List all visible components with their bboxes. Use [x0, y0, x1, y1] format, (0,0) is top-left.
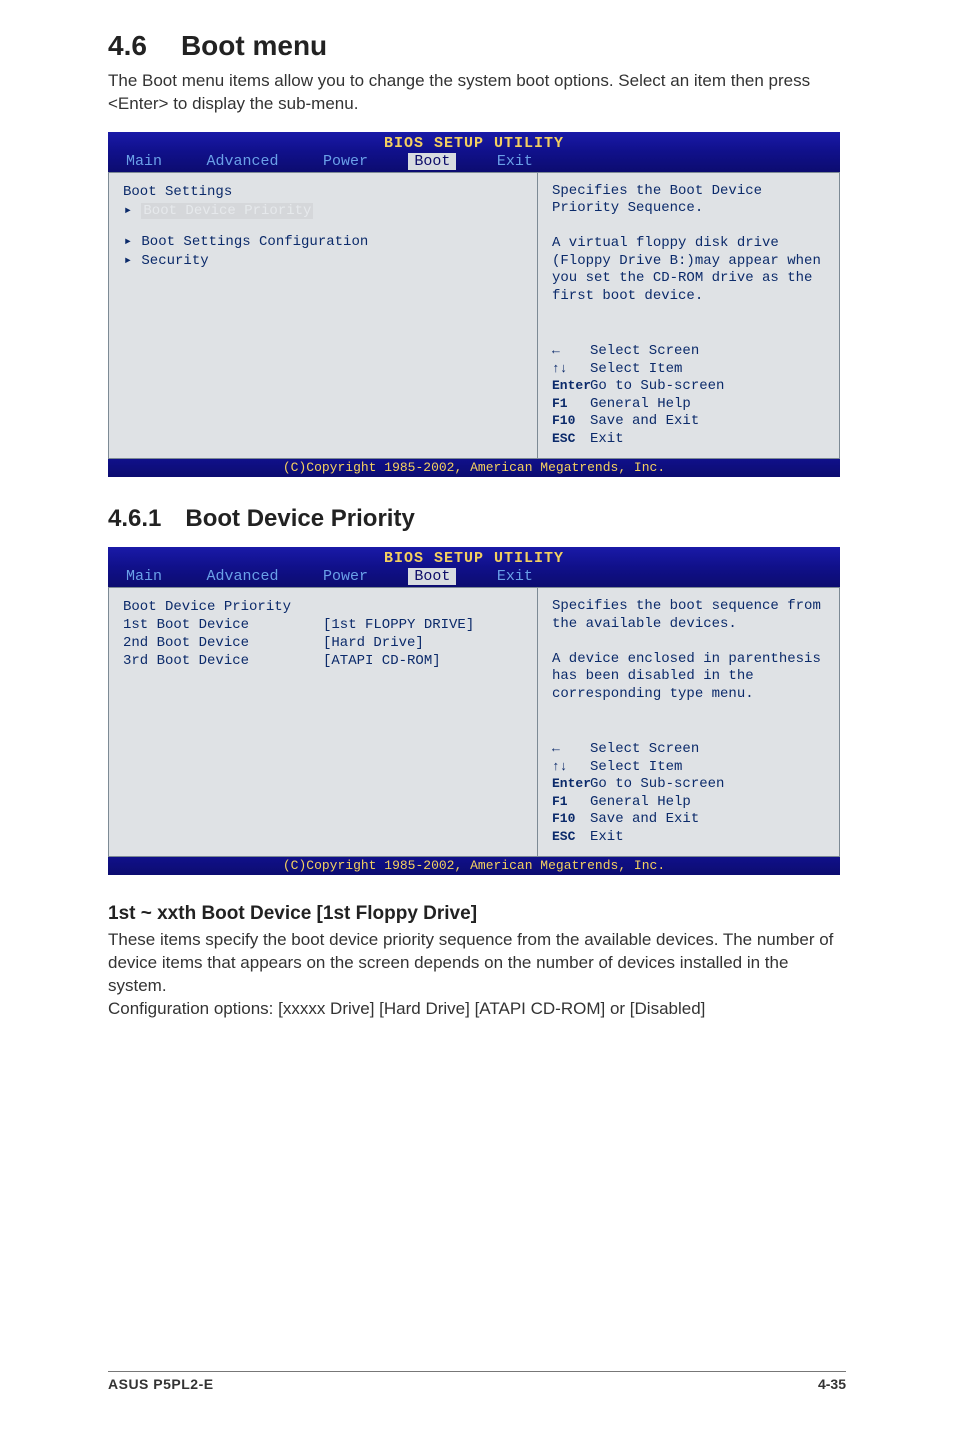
bios-key-legend: ←Select Screen ↑↓Select Item EnterGo to …: [552, 343, 825, 448]
key-label: Go to Sub-screen: [590, 378, 724, 394]
bios-help-panel: Specifies the boot sequence from the ava…: [538, 587, 840, 857]
bios-footer: (C)Copyright 1985-2002, American Megatre…: [108, 857, 840, 875]
bios-item-value: [ATAPI CD-ROM]: [323, 653, 441, 669]
bios-header-title: BIOS SETUP UTILITY: [384, 550, 564, 567]
arrow-updown-icon: ↑↓: [552, 759, 590, 775]
arrow-left-icon: ←: [552, 343, 590, 359]
bios-item-label: Boot Device Priority: [141, 203, 313, 219]
tab-boot[interactable]: Boot: [408, 568, 456, 585]
section-heading: 4.6 Boot menu: [108, 30, 846, 62]
key-esc: ESC: [552, 431, 590, 447]
bios-footer: (C)Copyright 1985-2002, American Megatre…: [108, 459, 840, 477]
key-enter: Enter: [552, 776, 590, 792]
tab-main[interactable]: Main: [122, 568, 166, 585]
bios-screenshot-boot-settings: BIOS SETUP UTILITY Main Advanced Power B…: [108, 132, 840, 478]
bios-item-label: 1st Boot Device: [123, 617, 323, 633]
option-description: These items specify the boot device prio…: [108, 929, 846, 1021]
key-label: Select Screen: [590, 741, 699, 757]
bios-left-panel: Boot Settings ▸ Boot Device Priority ▸ B…: [108, 172, 538, 460]
option-title: 1st ~ xxth Boot Device [1st Floppy Drive…: [108, 903, 846, 925]
bios-item-label: Security: [141, 253, 208, 269]
key-f10: F10: [552, 811, 590, 827]
footer-page-number: 4-35: [818, 1376, 846, 1392]
arrow-updown-icon: ↑↓: [552, 361, 590, 377]
key-esc: ESC: [552, 829, 590, 845]
key-label: Exit: [590, 829, 624, 845]
bios-body: Boot Device Priority 1st Boot Device [1s…: [108, 587, 840, 857]
bios-help-text: Specifies the Boot Device Priority Seque…: [552, 183, 825, 306]
bios-item-value: [1st FLOPPY DRIVE]: [323, 617, 474, 633]
arrow-left-icon: ←: [552, 741, 590, 757]
tab-advanced[interactable]: Advanced: [202, 568, 282, 585]
tab-main[interactable]: Main: [122, 153, 166, 170]
key-f1: F1: [552, 794, 590, 810]
tab-boot[interactable]: Boot: [408, 153, 456, 170]
bios-body: Boot Settings ▸ Boot Device Priority ▸ B…: [108, 172, 840, 460]
key-enter: Enter: [552, 378, 590, 394]
bios-tabs: Main Advanced Power Boot Exit: [108, 567, 840, 587]
section-description: The Boot menu items allow you to change …: [108, 70, 846, 116]
bios-item-label: 3rd Boot Device: [123, 653, 323, 669]
submenu-arrow-icon: ▸: [123, 233, 133, 250]
subsection-number: 4.6.1: [108, 505, 161, 533]
bios-header-title: BIOS SETUP UTILITY: [384, 135, 564, 152]
key-label: Select Screen: [590, 343, 699, 359]
bios-item-1st-boot-device[interactable]: 1st Boot Device [1st FLOPPY DRIVE]: [123, 616, 523, 634]
bios-help-panel: Specifies the Boot Device Priority Seque…: [538, 172, 840, 460]
tab-advanced[interactable]: Advanced: [202, 153, 282, 170]
key-label: Save and Exit: [590, 811, 699, 827]
submenu-arrow-icon: ▸: [123, 202, 133, 219]
bios-screenshot-boot-device-priority: BIOS SETUP UTILITY Main Advanced Power B…: [108, 547, 840, 875]
tab-power[interactable]: Power: [319, 568, 372, 585]
subsection-heading: 4.6.1 Boot Device Priority: [108, 505, 846, 533]
key-label: General Help: [590, 794, 691, 810]
bios-left-panel: Boot Device Priority 1st Boot Device [1s…: [108, 587, 538, 857]
bios-group-heading: Boot Settings: [123, 183, 523, 201]
key-label: Exit: [590, 431, 624, 447]
bios-tabs: Main Advanced Power Boot Exit: [108, 152, 840, 172]
key-label: Go to Sub-screen: [590, 776, 724, 792]
bios-item-2nd-boot-device[interactable]: 2nd Boot Device [Hard Drive]: [123, 634, 523, 652]
subsection-title-text: Boot Device Priority: [185, 505, 414, 532]
bios-header: BIOS SETUP UTILITY: [108, 132, 840, 152]
bios-item-3rd-boot-device[interactable]: 3rd Boot Device [ATAPI CD-ROM]: [123, 652, 523, 670]
tab-exit[interactable]: Exit: [493, 153, 537, 170]
footer-product: ASUS P5PL2-E: [108, 1376, 214, 1392]
key-label: Select Item: [590, 759, 682, 775]
section-title-text: Boot menu: [181, 30, 327, 61]
key-f10: F10: [552, 413, 590, 429]
key-f1: F1: [552, 396, 590, 412]
bios-item-boot-device-priority[interactable]: ▸ Boot Device Priority: [123, 201, 523, 220]
key-label: Save and Exit: [590, 413, 699, 429]
bios-item-boot-settings-config[interactable]: ▸ Boot Settings Configuration: [123, 232, 523, 251]
bios-item-label: 2nd Boot Device: [123, 635, 323, 651]
bios-header: BIOS SETUP UTILITY: [108, 547, 840, 567]
page-footer: ASUS P5PL2-E 4-35: [108, 1371, 846, 1392]
bios-item-value: [Hard Drive]: [323, 635, 424, 651]
key-label: General Help: [590, 396, 691, 412]
bios-key-legend: ←Select Screen ↑↓Select Item EnterGo to …: [552, 741, 825, 846]
tab-exit[interactable]: Exit: [493, 568, 537, 585]
bios-group-heading: Boot Device Priority: [123, 598, 523, 616]
key-label: Select Item: [590, 361, 682, 377]
section-number: 4.6: [108, 30, 147, 62]
submenu-arrow-icon: ▸: [123, 252, 133, 269]
bios-help-text: Specifies the boot sequence from the ava…: [552, 598, 825, 703]
bios-item-label: Boot Settings Configuration: [141, 234, 368, 250]
bios-item-security[interactable]: ▸ Security: [123, 251, 523, 270]
tab-power[interactable]: Power: [319, 153, 372, 170]
